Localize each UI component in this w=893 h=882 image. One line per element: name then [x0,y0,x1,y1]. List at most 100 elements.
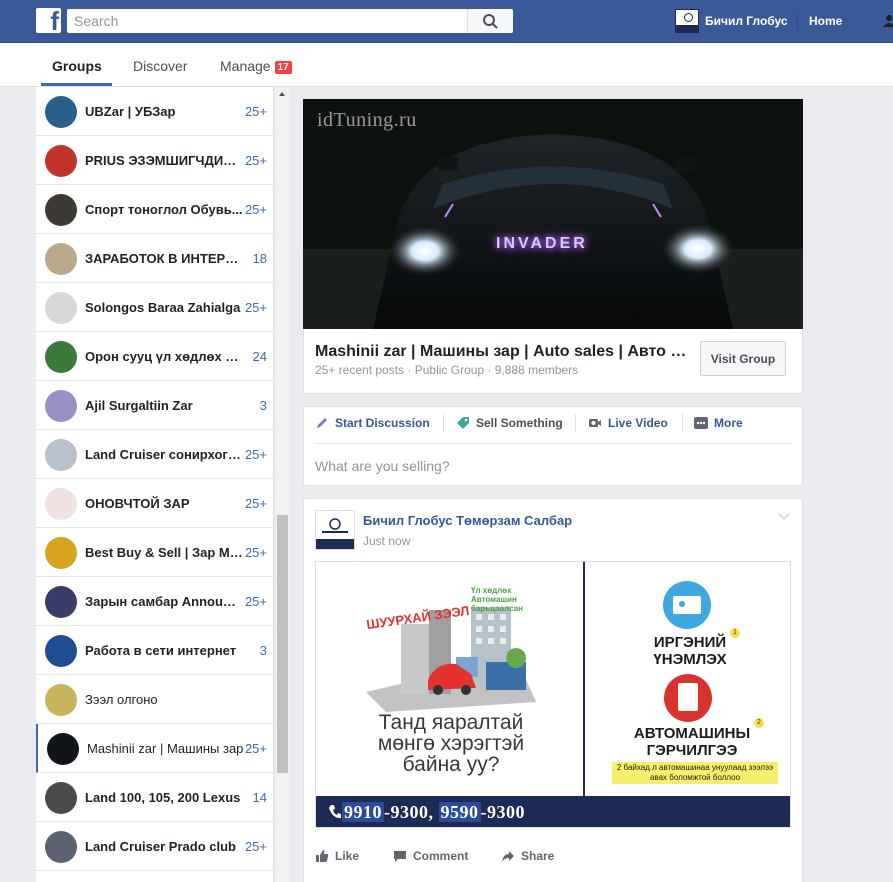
search-input[interactable] [67,9,467,33]
share-button[interactable]: Share [501,849,554,863]
group-name: Спорт тоноглол Обувь... [85,202,243,217]
sidebar-group-item[interactable]: Работа в сети интернет 3 [36,626,273,675]
visit-group-button[interactable]: Visit Group [700,341,786,376]
video-camera-icon [589,419,601,427]
tab-manage[interactable]: Manage 17 [220,58,292,74]
divider [682,414,683,432]
cover-watermark: idTuning.ru [317,109,417,131]
group-avatar [45,292,77,324]
sell-something-label: Sell Something [476,416,563,430]
sidebar-group-item[interactable]: UBZar | УБЗар 25+ [36,87,273,136]
group-post-count: 25+ [244,447,267,462]
avatar [675,9,699,33]
price-tag-icon [457,417,469,429]
group-name: Land 100, 105, 200 Lexus [85,790,241,805]
group-avatar [45,439,77,471]
phone-number-part: -9300, [384,802,434,822]
sidebar-group-item[interactable]: ОНОВЧТОЙ ЗАР 25+ [36,479,273,528]
sidebar-group-item[interactable]: Land 100, 105, 200 Lexus 14 [36,773,273,822]
sidebar-group-item[interactable]: Спорт тоноглол Обувь... 25+ [36,185,273,234]
groups-subnav: Groups Discover Manage 17 [0,43,893,87]
post-author-name[interactable]: Бичил Глобус Төмөрзам Салбар [363,513,572,528]
group-post-count: 3 [259,398,267,413]
search-icon [483,14,498,29]
sidebar-group-item[interactable]: Ajil Surgaltiin Zar 3 [36,381,273,430]
home-link[interactable]: Home [809,14,842,28]
cover-badge-text: INVADER [496,235,588,252]
sidebar-group-item[interactable]: Зээл олгоно [36,675,273,724]
group-name: Solongos Baraa Zahialga [85,300,241,315]
group-avatar [45,782,77,814]
scroll-up-arrow-icon[interactable] [279,92,285,96]
sidebar-group-item[interactable]: Mashinii zar | Машины зар 25+ [36,724,273,773]
sell-something-button[interactable]: Sell Something [456,416,563,430]
search-box [67,9,513,33]
start-discussion-button[interactable]: Start Discussion [315,416,430,430]
live-video-button[interactable]: Live Video [588,416,668,430]
facebook-logo-icon[interactable]: f [36,8,61,33]
group-name: Best Buy & Sell | Зар Мэдээ [85,545,243,560]
company-logo-icon [316,511,354,549]
phone-number-part: -9300 [480,802,525,822]
sidebar-group-item[interactable]: Land Cruiser Prado club 25+ [36,822,273,871]
tab-groups[interactable]: Groups [52,58,102,74]
ad-slogan: Танд яаралтай мөнгө хэрэгтэй байна уу? [377,711,525,776]
share-icon [502,851,514,862]
ad-note: 2 байхад л автомашинаа унуулаад зээлээ а… [612,762,778,784]
sidebar-group-item[interactable]: ЗАРАБОТОК В ИНТЕРНЕТЕ 18 [36,234,273,283]
top-bar: f Бичил Глобус Home [0,0,893,43]
start-discussion-label: Start Discussion [335,416,430,430]
group-title[interactable]: Mashinii zar | Машины зар | Auto sales |… [315,343,691,361]
search-button[interactable] [467,9,513,33]
group-post-count: 18 [252,251,267,266]
profile-link[interactable]: Бичил Глобус [675,9,788,33]
thumbs-up-icon [316,850,329,862]
friends-icon[interactable] [882,14,893,28]
group-name: Зээл олгоно [85,692,158,707]
sidebar-group-item[interactable]: Solongos Baraa Zahialga 25+ [36,283,273,332]
divider [315,443,791,444]
group-post-count: 25+ [244,545,267,560]
group-avatar [45,341,77,373]
group-name: Работа в сети интернет [85,643,237,658]
post-author-avatar[interactable] [315,510,355,550]
tab-manage-label: Manage [220,58,271,74]
more-label: More [714,416,743,430]
group-name: Ajil Surgaltiin Zar [85,398,193,413]
group-meta: 25+ recent posts · Public Group · 9,888 … [315,363,579,377]
group-name: PRIUS ЭЗЭМШИГЧДИЙН... [85,153,243,168]
more-button[interactable]: More [694,416,743,430]
divider [443,414,444,432]
group-avatar [45,684,77,716]
group-avatar [45,488,77,520]
sidebar-group-item[interactable]: Зарын самбар Announcement25+ [36,577,273,626]
post-image[interactable]: ШУУРХАЙ ЗЭЭЛ Үл хөдлөх Автомашин барьцаа… [315,561,791,828]
group-avatar [45,243,77,275]
group-avatar [45,194,77,226]
group-avatar [47,733,79,765]
like-label: Like [335,849,360,863]
sidebar-group-item[interactable]: Land Cruiser сонирхогчид 25+ [36,430,273,479]
divider [797,12,798,30]
sidebar-group-item[interactable]: PRIUS ЭЗЭМШИГЧДИЙН... 25+ [36,136,273,185]
group-cover-photo[interactable]: idTuning.ru INVADER [303,99,803,329]
pencil-icon [317,418,327,428]
sidebar-group-item[interactable]: Орон сууц үл хөдлөх хөрөнгө 24 [36,332,273,381]
scrollbar-thumb[interactable] [277,515,288,773]
group-name: Land Cruiser Prado club [85,839,236,854]
group-name: ЗАРАБОТОК В ИНТЕРНЕТЕ [85,251,243,266]
phone-number-part: 9590 [438,802,481,822]
group-name: Land Cruiser сонирхогчид [85,447,243,462]
like-button[interactable]: Like [315,849,359,863]
sidebar-group-item[interactable]: Best Buy & Sell | Зар Мэдээ 25+ [36,528,273,577]
active-tab-indicator [41,83,112,86]
group-name: ОНОВЧТОЙ ЗАР [85,496,190,511]
tab-discover[interactable]: Discover [133,58,187,74]
group-post-count: 14 [252,790,267,805]
comment-label: Comment [413,849,469,863]
comment-button[interactable]: Comment [393,849,468,863]
share-label: Share [521,849,555,863]
post-timestamp[interactable]: Just now [363,534,410,548]
ad-phone-numbers: 9910 -9300, 9590 -9300 [342,802,525,823]
composer-input[interactable]: What are you selling? [315,458,450,474]
